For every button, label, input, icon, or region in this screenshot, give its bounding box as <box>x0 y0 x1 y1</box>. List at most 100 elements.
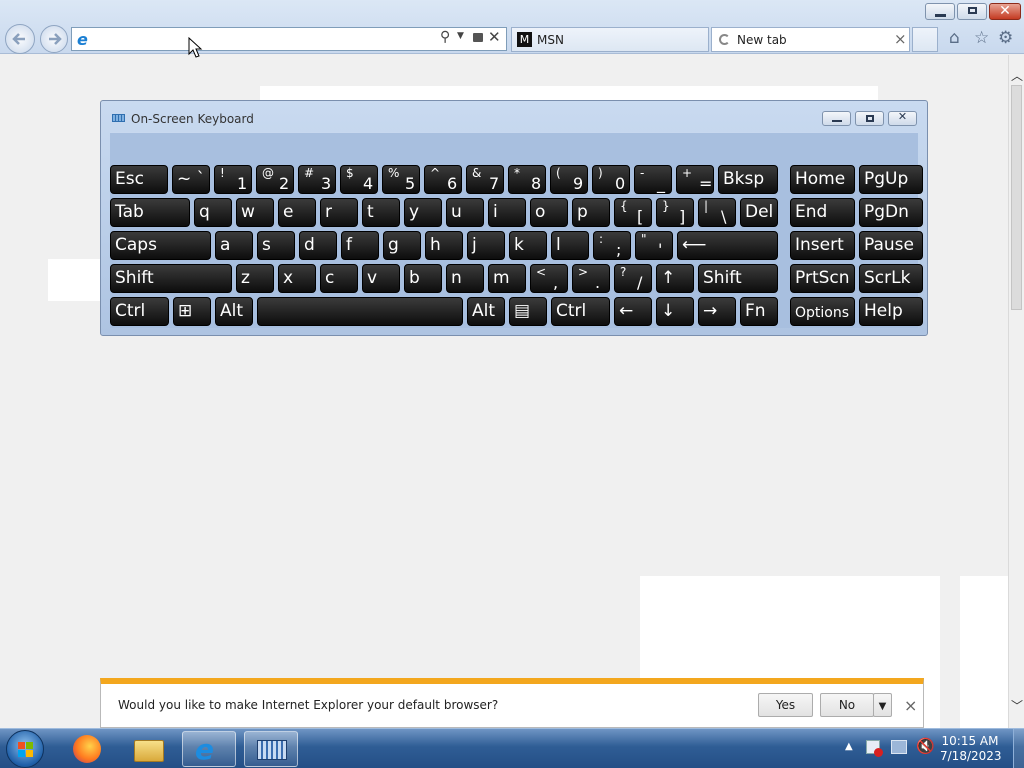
key-l[interactable]: l <box>551 231 589 260</box>
action-center-flag-icon[interactable] <box>866 740 883 757</box>
taskbar-on-screen-keyboard[interactable] <box>244 731 298 767</box>
new-tab-button[interactable] <box>912 27 938 52</box>
back-button[interactable] <box>5 24 35 54</box>
key-symbol-2-12[interactable]: ⟵ <box>677 231 778 260</box>
tab-new-tab[interactable]: New tab × <box>711 27 910 52</box>
key-symbol-3-10[interactable]: ? / <box>614 264 652 293</box>
key-m[interactable]: m <box>488 264 526 293</box>
key-prtscn[interactable]: PrtScn <box>790 264 855 293</box>
start-button[interactable] <box>6 730 44 768</box>
key-y[interactable]: y <box>404 198 442 227</box>
scroll-up-icon[interactable]: ︿ <box>1011 67 1023 84</box>
key-o[interactable]: o <box>530 198 568 227</box>
network-icon[interactable] <box>891 740 907 754</box>
key-pgup[interactable]: PgUp <box>859 165 923 194</box>
key-symbol-1-12[interactable]: }] <box>656 198 694 227</box>
key-alt[interactable]: Alt <box>215 297 253 326</box>
no-options-dropdown-button[interactable]: ▼ <box>873 693 892 717</box>
key-s[interactable]: s <box>257 231 295 260</box>
key-h[interactable]: h <box>425 231 463 260</box>
key-x[interactable]: x <box>278 264 316 293</box>
key-ctrl[interactable]: Ctrl <box>110 297 169 326</box>
taskbar-firefox[interactable] <box>61 731 115 767</box>
key-ctrl[interactable]: Ctrl <box>551 297 610 326</box>
tab-close-button[interactable]: × <box>894 30 907 48</box>
settings-gear-icon[interactable]: ⚙ <box>998 28 1013 48</box>
key-home[interactable]: Home <box>790 165 855 194</box>
vertical-scrollbar[interactable]: ︿ ﹀ <box>1008 55 1024 728</box>
system-clock[interactable]: 10:15 AM 7/18/2023 <box>940 734 1002 764</box>
key-del[interactable]: Del <box>740 198 778 227</box>
key-insert[interactable]: Insert <box>790 231 855 260</box>
yes-button[interactable]: Yes <box>758 693 813 717</box>
key-8[interactable]: * 8 <box>508 165 546 194</box>
dropdown-icon[interactable]: ▼ <box>457 31 464 41</box>
key-n[interactable]: n <box>446 264 484 293</box>
key-z[interactable]: z <box>236 264 274 293</box>
key-k[interactable]: k <box>509 231 547 260</box>
key-scrlk[interactable]: ScrLk <box>859 264 923 293</box>
taskbar-internet-explorer[interactable]: e <box>182 731 236 767</box>
home-icon[interactable]: ⌂ <box>949 28 960 48</box>
key-g[interactable]: g <box>383 231 421 260</box>
key-a[interactable]: a <box>215 231 253 260</box>
key-shift[interactable]: Shift <box>110 264 232 293</box>
key-symbol-4-5[interactable]: ▤ <box>509 297 547 326</box>
key-f[interactable]: f <box>341 231 379 260</box>
show-hidden-icons-button[interactable]: ▲ <box>845 741 853 752</box>
key-symbol-1-11[interactable]: {[ <box>614 198 652 227</box>
key-t[interactable]: t <box>362 198 400 227</box>
key-symbol-3-8[interactable]: <, <box>530 264 568 293</box>
key-c[interactable]: c <box>320 264 358 293</box>
osk-restore-button[interactable] <box>855 111 884 126</box>
key-9[interactable]: (9 <box>550 165 588 194</box>
stop-icon[interactable]: ✕ <box>488 28 501 46</box>
key-symbol-2-11[interactable]: " ' <box>635 231 673 260</box>
key-u[interactable]: u <box>446 198 484 227</box>
close-notification-button[interactable]: × <box>904 696 917 715</box>
key-p[interactable]: p <box>572 198 610 227</box>
key-w[interactable]: w <box>236 198 274 227</box>
key-r[interactable]: r <box>320 198 358 227</box>
key-help[interactable]: Help <box>859 297 923 326</box>
key-1[interactable]: ! 1 <box>214 165 252 194</box>
key-symbol-4-9[interactable]: → <box>698 297 736 326</box>
key-symbol-0-12[interactable]: - _ <box>634 165 672 194</box>
key-space[interactable] <box>257 297 463 326</box>
key-symbol-2-10[interactable]: :; <box>593 231 631 260</box>
forward-button[interactable] <box>40 25 68 53</box>
key-d[interactable]: d <box>299 231 337 260</box>
key-bksp[interactable]: Bksp <box>718 165 778 194</box>
key-symbol-0-1[interactable]: ~ ` <box>172 165 210 194</box>
key-q[interactable]: q <box>194 198 232 227</box>
key-3[interactable]: #3 <box>298 165 336 194</box>
close-window-button[interactable]: ✕ <box>989 3 1021 20</box>
key-symbol-1-13[interactable]: | \ <box>698 198 736 227</box>
key-b[interactable]: b <box>404 264 442 293</box>
key-e[interactable]: e <box>278 198 316 227</box>
key-options[interactable]: Options <box>790 297 855 326</box>
key-pause[interactable]: Pause <box>859 231 923 260</box>
key-shift[interactable]: Shift <box>698 264 778 293</box>
key-fn[interactable]: Fn <box>740 297 778 326</box>
key-symbol-4-1[interactable]: ⊞ <box>173 297 211 326</box>
key-end[interactable]: End <box>790 198 855 227</box>
favorites-star-icon[interactable]: ☆ <box>974 28 989 48</box>
tab-msn[interactable]: M MSN <box>511 27 709 52</box>
address-bar[interactable]: e ⚲ ▼ ✕ <box>71 27 507 51</box>
key-2[interactable]: @2 <box>256 165 294 194</box>
key-5[interactable]: % 5 <box>382 165 420 194</box>
restore-button[interactable] <box>957 3 987 20</box>
key-0[interactable]: ) 0 <box>592 165 630 194</box>
search-icon[interactable]: ⚲ <box>440 29 450 45</box>
key-symbol-4-7[interactable]: ← <box>614 297 652 326</box>
no-button[interactable]: No <box>820 693 874 717</box>
taskbar-file-explorer[interactable] <box>122 731 176 767</box>
key-esc[interactable]: Esc <box>110 165 168 194</box>
scroll-down-icon[interactable]: ﹀ <box>1011 697 1023 714</box>
volume-muted-icon[interactable]: 🔇 <box>916 737 935 755</box>
osk-close-button[interactable]: ✕ <box>888 110 917 126</box>
key-pgdn[interactable]: PgDn <box>859 198 923 227</box>
key-7[interactable]: & 7 <box>466 165 504 194</box>
scroll-thumb[interactable] <box>1011 85 1022 310</box>
